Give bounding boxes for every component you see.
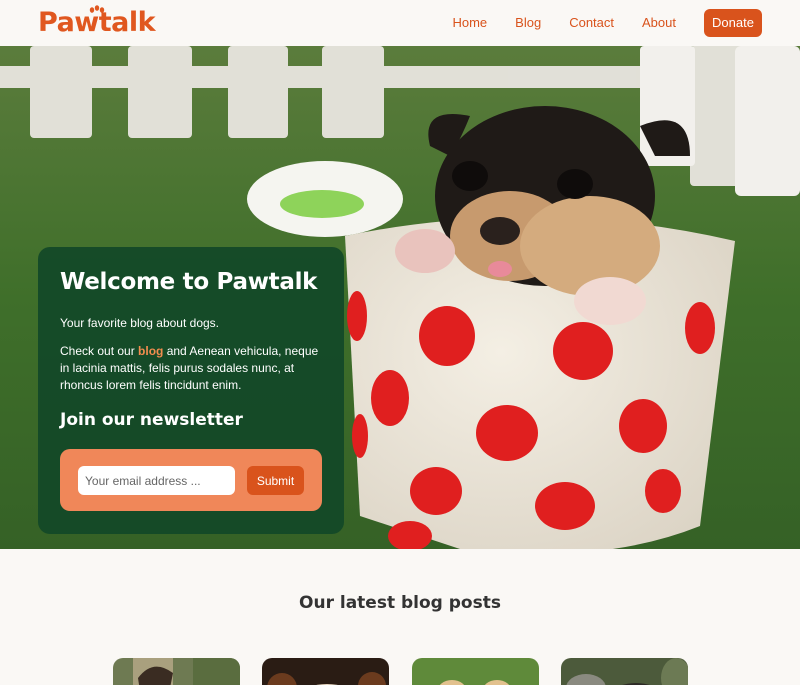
email-input[interactable] [78, 466, 235, 495]
welcome-body-prefix: Check out our [60, 344, 139, 358]
donate-button[interactable]: Donate [704, 9, 762, 37]
newsletter-title: Join our newsletter [60, 410, 243, 430]
newsletter-form: Submit [60, 449, 322, 511]
paw-icon [89, 5, 105, 13]
blog-link[interactable]: blog [138, 344, 163, 358]
welcome-card: Welcome to Pawtalk Your favorite blog ab… [38, 247, 344, 534]
welcome-subtitle: Your favorite blog about dogs. [60, 316, 220, 330]
welcome-title: Welcome to Pawtalk [60, 269, 318, 295]
nav-home[interactable]: Home [452, 9, 487, 37]
main-nav: Home Blog Contact About Donate [424, 9, 762, 37]
submit-button[interactable]: Submit [247, 466, 304, 495]
post-card[interactable] [113, 658, 240, 685]
welcome-body: Check out our blog and Aenean vehicula, … [60, 343, 322, 394]
post-card[interactable] [412, 658, 539, 685]
post-card[interactable] [561, 658, 688, 685]
logo[interactable]: Pawtalk [38, 5, 156, 40]
post-card[interactable] [262, 658, 389, 685]
site-header: Pawtalk Home Blog Contact About Donate [0, 0, 800, 46]
nav-about[interactable]: About [642, 9, 676, 37]
hero-section: Welcome to Pawtalk Your favorite blog ab… [0, 46, 800, 549]
latest-posts-title: Our latest blog posts [299, 593, 501, 613]
nav-blog[interactable]: Blog [515, 9, 541, 37]
nav-contact[interactable]: Contact [569, 9, 614, 37]
